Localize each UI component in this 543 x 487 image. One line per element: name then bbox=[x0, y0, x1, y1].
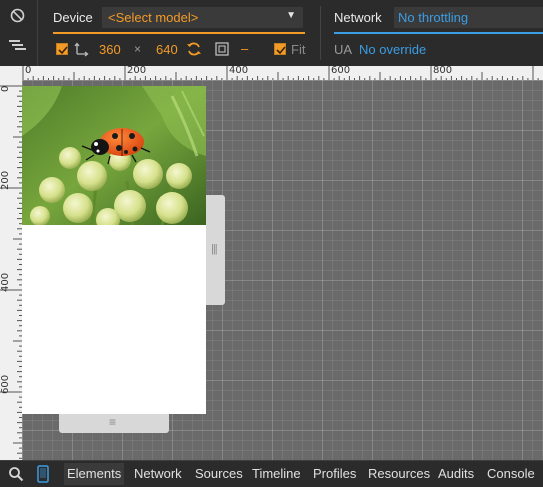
ruler-label: 800 bbox=[433, 66, 453, 76]
ruler-label: 600 bbox=[0, 374, 11, 394]
grip-icon: ||| bbox=[211, 243, 218, 255]
screen-width-input[interactable]: 360 bbox=[99, 42, 121, 57]
network-label: Network bbox=[334, 10, 382, 25]
checkmark-icon bbox=[276, 46, 286, 55]
ruler-label: 0 bbox=[25, 66, 32, 76]
network-section-underline bbox=[334, 32, 543, 34]
screen-height-input[interactable]: 640 bbox=[156, 42, 178, 57]
ladybug-photo bbox=[22, 86, 206, 225]
devtools-tab-bar: Elements Network Sources Timeline Profil… bbox=[0, 460, 543, 487]
device-model-select[interactable]: <Select model> ▼ bbox=[102, 7, 303, 28]
viewport-width-resize-handle[interactable]: ||| bbox=[206, 195, 225, 305]
user-agent-label: UA bbox=[334, 42, 353, 57]
toolbar-left-column bbox=[0, 0, 38, 66]
ruler-ticks-horizontal bbox=[22, 66, 539, 80]
horizontal-ruler: 0 200 400 600 800 bbox=[0, 66, 543, 80]
device-section-underline bbox=[53, 32, 305, 34]
ruler-label: 0 bbox=[0, 85, 11, 92]
device-viewport[interactable] bbox=[22, 86, 206, 414]
dropdown-arrow-icon: ▼ bbox=[286, 10, 296, 21]
device-pixel-ratio-icon bbox=[215, 42, 229, 56]
ruler-label: 400 bbox=[0, 272, 11, 292]
viewport-height-resize-handle[interactable]: ≡ bbox=[59, 414, 169, 433]
tab-elements[interactable]: Elements bbox=[64, 463, 125, 485]
swap-dimensions-icon[interactable] bbox=[186, 41, 202, 57]
ruler-ticks-vertical bbox=[0, 85, 22, 459]
tab-timeline[interactable]: Timeline bbox=[252, 466, 301, 481]
grip-icon: ≡ bbox=[109, 415, 117, 429]
emulation-toolbar: Device <Select model> ▼ 360 × 640 – Fit … bbox=[0, 0, 543, 66]
fit-label: Fit bbox=[291, 42, 306, 57]
tab-network[interactable]: Network bbox=[134, 466, 182, 481]
resolution-checkbox[interactable] bbox=[56, 43, 68, 55]
toolbar-divider bbox=[320, 6, 321, 60]
network-throttling-select[interactable]: No throttling bbox=[394, 7, 543, 28]
throttling-value: No throttling bbox=[398, 10, 469, 25]
checkmark-icon bbox=[58, 46, 68, 55]
inspect-search-icon[interactable] bbox=[8, 466, 24, 482]
device-pixel-ratio-input[interactable]: – bbox=[241, 41, 248, 56]
emulation-canvas: ||| ≡ bbox=[22, 80, 543, 460]
fit-checkbox[interactable] bbox=[274, 43, 286, 55]
ruler-label: 200 bbox=[0, 170, 11, 190]
ruler-corner bbox=[0, 66, 22, 80]
device-label: Device bbox=[53, 10, 93, 25]
vertical-ruler: 0 200 400 600 bbox=[0, 80, 22, 460]
resolution-icon bbox=[74, 42, 89, 57]
ruler-label: 600 bbox=[331, 66, 351, 76]
ruler-label: 200 bbox=[127, 66, 147, 76]
tab-resources[interactable]: Resources bbox=[368, 466, 430, 481]
device-model-value: <Select model> bbox=[108, 10, 199, 25]
tab-console[interactable]: Console bbox=[487, 466, 535, 481]
tab-sources[interactable]: Sources bbox=[195, 466, 243, 481]
disable-emulation-icon[interactable] bbox=[10, 8, 25, 23]
tab-audits[interactable]: Audits bbox=[438, 466, 474, 481]
device-mode-icon[interactable] bbox=[36, 465, 50, 483]
user-agent-input[interactable]: No override bbox=[359, 42, 426, 57]
media-queries-icon[interactable] bbox=[9, 39, 26, 52]
dimension-separator: × bbox=[134, 42, 142, 56]
tab-profiles[interactable]: Profiles bbox=[313, 466, 356, 481]
ruler-label: 400 bbox=[229, 66, 249, 76]
